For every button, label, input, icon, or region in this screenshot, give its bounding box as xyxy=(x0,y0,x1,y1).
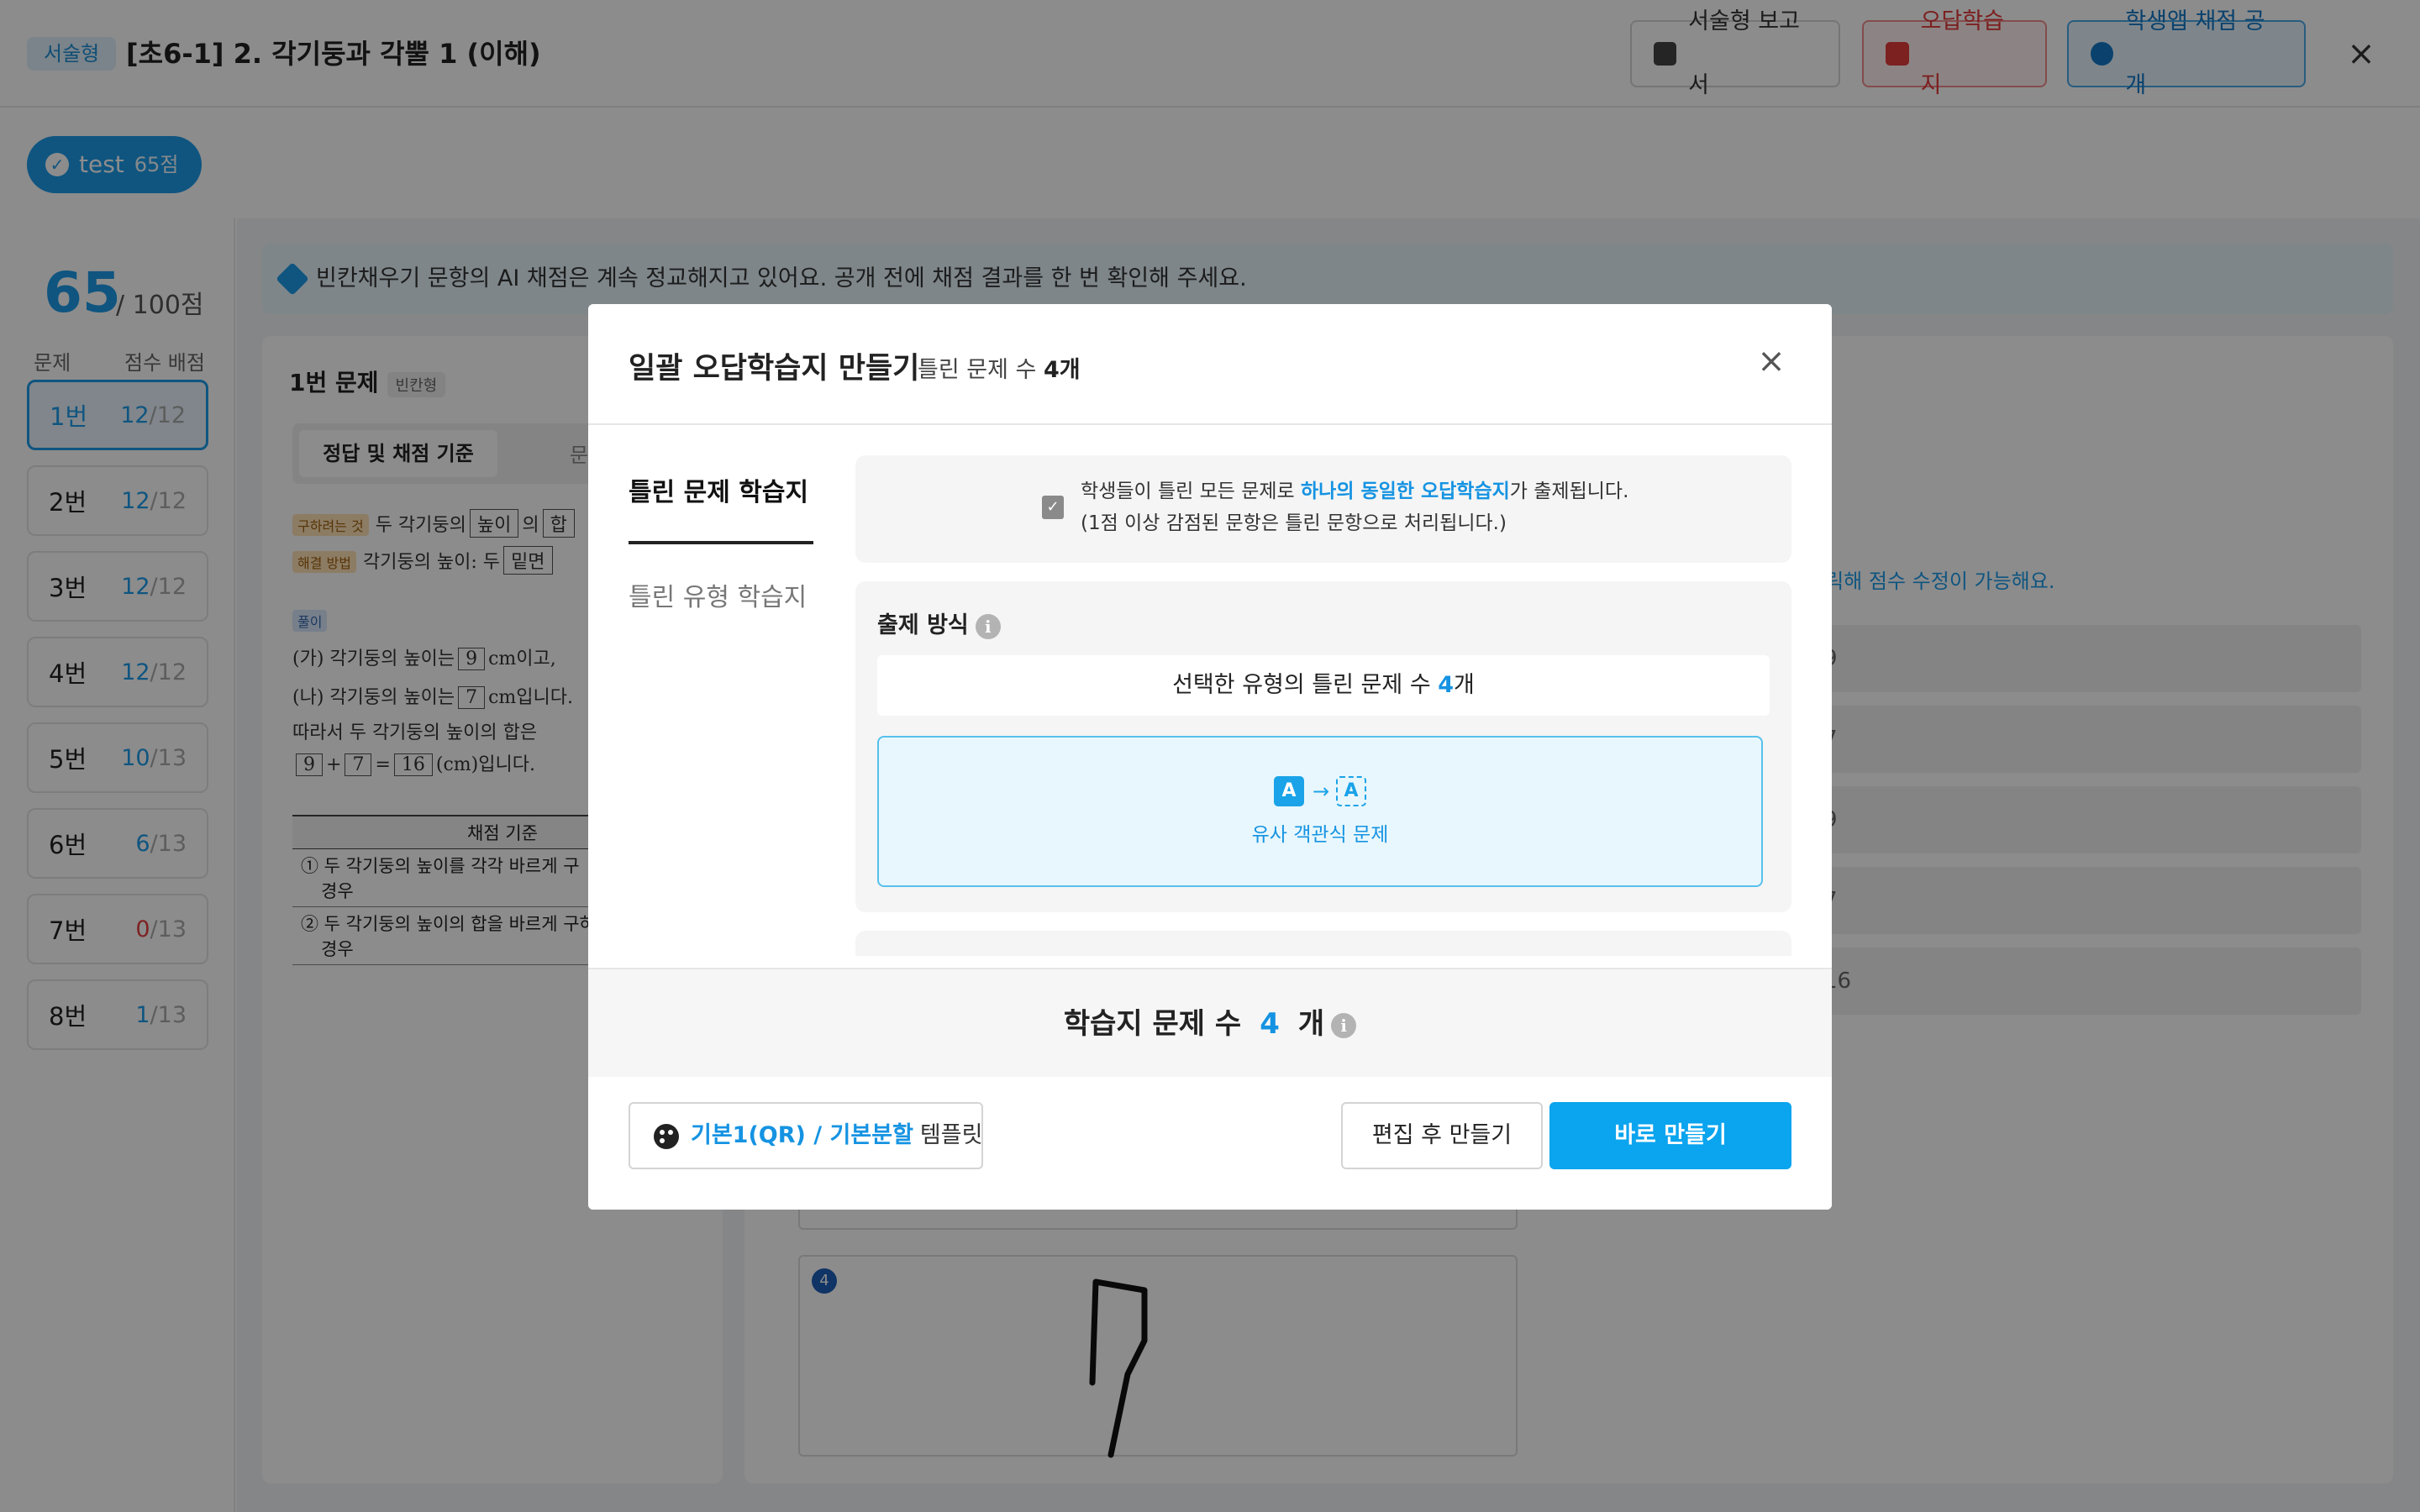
selected-count-value: 4 xyxy=(1438,672,1455,698)
template-select-button[interactable]: 기본1(QR) / 기본분할 템플릿 xyxy=(629,1102,983,1169)
info-icon[interactable]: i xyxy=(975,613,1001,639)
info-text: 가 출제됩니다. xyxy=(1509,480,1629,502)
info-text: 학생들이 틀린 모든 문제로 xyxy=(1081,480,1302,502)
next-section-peek xyxy=(855,931,1791,956)
selected-count-label: 선택한 유형의 틀린 문제 수 xyxy=(1172,672,1439,698)
modal-title: 일괄 오답학습지 만들기 xyxy=(629,352,920,386)
clipboard-check-icon: ✓ xyxy=(1042,496,1064,519)
target-a-icon: A xyxy=(1336,776,1366,806)
question-method-section: 출제 방식 i 선택한 유형의 틀린 문제 수 4개 A → A 유사 객관식 문… xyxy=(855,581,1791,912)
info-highlight: 하나의 동일한 오답학습지 xyxy=(1301,480,1510,502)
worksheet-question-count: 학습지 문제 수 4개i xyxy=(588,968,1832,1077)
edit-then-create-button[interactable]: 편집 후 만들기 xyxy=(1341,1102,1543,1169)
worksheet-count-label: 학습지 문제 수 xyxy=(1063,1007,1242,1041)
modal-header: 일괄 오답학습지 만들기 틀린 문제 수 4개 × xyxy=(588,304,1832,425)
worksheet-count-unit: 개 xyxy=(1297,1007,1325,1041)
close-icon[interactable]: × xyxy=(1754,344,1788,378)
method-label-text: 출제 방식 xyxy=(877,612,969,638)
info-icon[interactable]: i xyxy=(1331,1012,1357,1038)
wrong-count-value: 4개 xyxy=(1043,357,1081,383)
method-label: 출제 방식 i xyxy=(877,606,1001,639)
tab-wrong-type-worksheet[interactable]: 틀린 유형 학습지 xyxy=(629,556,813,645)
batch-wrong-worksheet-modal: 일괄 오답학습지 만들기 틀린 문제 수 4개 × 틀린 문제 학습지 틀린 유… xyxy=(588,304,1832,1210)
palette-icon xyxy=(654,1124,679,1149)
create-now-button[interactable]: 바로 만들기 xyxy=(1549,1102,1791,1169)
source-a-icon: A xyxy=(1274,776,1304,806)
worksheet-info-box: ✓ 학생들이 틀린 모든 문제로 하나의 동일한 오답학습지가 출제됩니다. (… xyxy=(855,455,1791,563)
worksheet-info-text: 학생들이 틀린 모든 문제로 하나의 동일한 오답학습지가 출제됩니다. (1점… xyxy=(1081,475,1628,539)
modal-subtitle: 틀린 문제 수 4개 xyxy=(918,351,1081,384)
template-name: 기본1(QR) / 기본분할 xyxy=(691,1122,913,1148)
selected-type-count: 선택한 유형의 틀린 문제 수 4개 xyxy=(877,655,1770,716)
arrow-right-icon: → xyxy=(1312,780,1330,803)
similar-question-icon: A → A xyxy=(1274,776,1368,810)
tab-wrong-question-worksheet[interactable]: 틀린 문제 학습지 xyxy=(629,455,813,544)
modal-footer: 기본1(QR) / 기본분할 템플릿 편집 후 만들기 바로 만들기 xyxy=(588,1077,1832,1210)
similar-multiple-choice-option[interactable]: A → A 유사 객관식 문제 xyxy=(877,736,1763,887)
worksheet-count-value: 4 xyxy=(1260,1007,1280,1041)
selected-count-unit: 개 xyxy=(1454,672,1475,698)
info-note: (1점 이상 감점된 문항은 틀린 문항으로 처리됩니다.) xyxy=(1081,512,1507,534)
option-label: 유사 객관식 문제 xyxy=(1251,824,1389,846)
wrong-count-label: 틀린 문제 수 xyxy=(918,357,1037,383)
template-word: 템플릿 xyxy=(919,1122,983,1148)
